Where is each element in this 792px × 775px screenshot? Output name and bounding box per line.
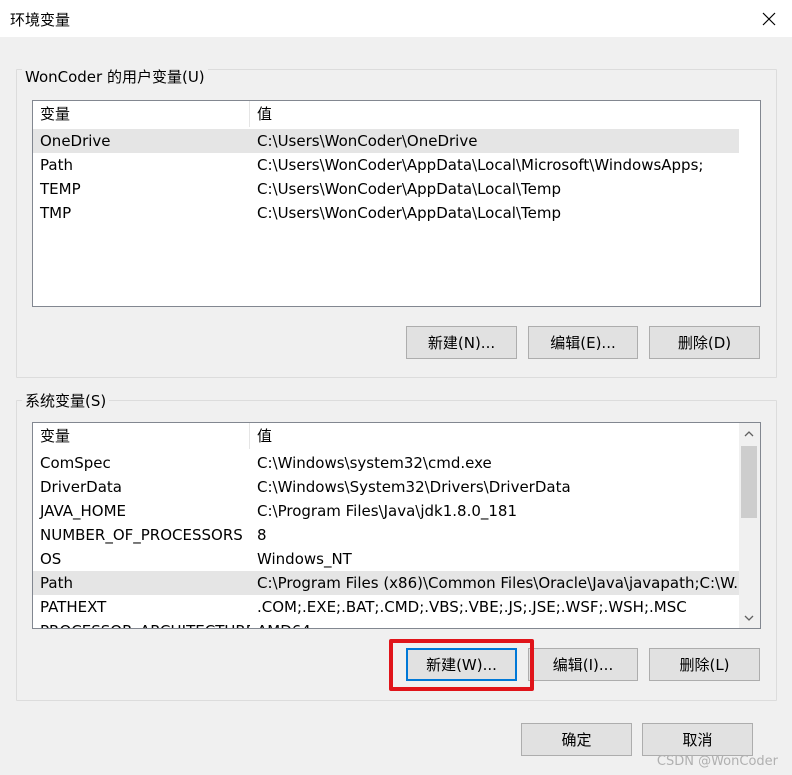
table-row[interactable]: JAVA_HOME C:\Program Files\Java\jdk1.8.0… bbox=[33, 499, 739, 523]
sys-edit-button[interactable]: 编辑(I)... bbox=[528, 648, 638, 681]
row-variable-name: OS bbox=[40, 550, 62, 568]
row-variable-name: OneDrive bbox=[40, 132, 111, 150]
row-variable-value: C:\Program Files (x86)\Common Files\Orac… bbox=[257, 574, 739, 592]
scroll-up-button[interactable] bbox=[739, 425, 759, 442]
table-row[interactable]: TMP C:\Users\WonCoder\AppData\Local\Temp bbox=[33, 201, 739, 225]
user-vars-list[interactable]: 变量 值 OneDrive C:\Users\WonCoder\OneDrive… bbox=[32, 100, 761, 307]
user-edit-button[interactable]: 编辑(E)... bbox=[528, 326, 638, 359]
row-variable-value: C:\Users\WonCoder\OneDrive bbox=[257, 132, 478, 150]
sys-vars-scrollbar[interactable] bbox=[739, 423, 760, 628]
column-header-variable[interactable]: 变量 bbox=[33, 101, 250, 127]
scroll-down-button[interactable] bbox=[739, 609, 759, 626]
close-icon bbox=[762, 12, 776, 25]
table-row[interactable]: OS Windows_NT bbox=[33, 547, 739, 571]
row-variable-name: TEMP bbox=[40, 180, 81, 198]
row-variable-value: C:\Users\WonCoder\AppData\Local\Temp bbox=[257, 180, 561, 198]
row-variable-value: C:\Users\WonCoder\AppData\Local\Temp bbox=[257, 204, 561, 222]
scroll-thumb[interactable] bbox=[741, 446, 757, 518]
row-variable-name: Path bbox=[40, 574, 73, 592]
row-variable-name: NUMBER_OF_PROCESSORS bbox=[40, 526, 243, 544]
table-row[interactable]: OneDrive C:\Users\WonCoder\OneDrive bbox=[33, 129, 739, 153]
sys-delete-button[interactable]: 删除(L) bbox=[649, 648, 760, 681]
column-header-variable[interactable]: 变量 bbox=[33, 423, 250, 449]
table-row[interactable]: PROCESSOR_ARCHITECTURE AMD64 bbox=[33, 619, 739, 628]
annotation-highlight-box bbox=[389, 639, 534, 691]
ok-button[interactable]: 确定 bbox=[521, 723, 632, 756]
table-row[interactable]: PATHEXT .COM;.EXE;.BAT;.CMD;.VBS;.VBE;.J… bbox=[33, 595, 739, 619]
table-row[interactable]: Path C:\Program Files (x86)\Common Files… bbox=[33, 571, 739, 595]
watermark: CSDN @WonCoder bbox=[656, 754, 778, 769]
table-row[interactable]: DriverData C:\Windows\System32\Drivers\D… bbox=[33, 475, 739, 499]
user-delete-button[interactable]: 删除(D) bbox=[649, 326, 760, 359]
row-variable-name: TMP bbox=[40, 204, 72, 222]
row-variable-value: .COM;.EXE;.BAT;.CMD;.VBS;.VBE;.JS;.JSE;.… bbox=[257, 598, 687, 616]
sys-vars-list-header: 变量 值 bbox=[33, 423, 739, 449]
sys-vars-list[interactable]: 变量 值 ComSpec C:\Windows\system32\cmd.exe… bbox=[32, 422, 761, 629]
close-button[interactable] bbox=[746, 0, 792, 37]
row-variable-name: Path bbox=[40, 156, 73, 174]
row-variable-value: C:\Windows\System32\Drivers\DriverData bbox=[257, 478, 571, 496]
row-variable-value: AMD64 bbox=[250, 619, 739, 628]
cancel-button[interactable]: 取消 bbox=[642, 723, 753, 756]
user-vars-list-header: 变量 值 bbox=[33, 101, 760, 127]
table-row[interactable]: ComSpec C:\Windows\system32\cmd.exe bbox=[33, 451, 739, 475]
row-variable-value: 8 bbox=[257, 526, 267, 544]
table-row[interactable]: TEMP C:\Users\WonCoder\AppData\Local\Tem… bbox=[33, 177, 739, 201]
row-variable-value: C:\Windows\system32\cmd.exe bbox=[257, 454, 492, 472]
chevron-down-icon bbox=[744, 615, 754, 621]
user-vars-group-label: WonCoder 的用户变量(U) bbox=[22, 68, 208, 86]
table-row[interactable]: Path C:\Users\WonCoder\AppData\Local\Mic… bbox=[33, 153, 739, 177]
title-bar: 环境变量 bbox=[0, 0, 792, 37]
row-variable-name: ComSpec bbox=[40, 454, 111, 472]
window-title: 环境变量 bbox=[10, 11, 71, 29]
column-header-value[interactable]: 值 bbox=[250, 423, 739, 449]
row-variable-value: C:\Users\WonCoder\AppData\Local\Microsof… bbox=[257, 156, 704, 174]
row-variable-value: Windows_NT bbox=[257, 550, 352, 568]
column-header-value[interactable]: 值 bbox=[250, 101, 760, 127]
row-variable-value: C:\Program Files\Java\jdk1.8.0_181 bbox=[257, 502, 518, 520]
row-variable-name: DriverData bbox=[40, 478, 122, 496]
table-row[interactable]: NUMBER_OF_PROCESSORS 8 bbox=[33, 523, 739, 547]
row-variable-name: JAVA_HOME bbox=[40, 502, 127, 520]
user-new-button[interactable]: 新建(N)... bbox=[406, 326, 517, 359]
row-variable-name: PROCESSOR_ARCHITECTURE bbox=[33, 619, 250, 628]
chevron-up-icon bbox=[744, 430, 754, 436]
row-variable-name: PATHEXT bbox=[40, 598, 107, 616]
sys-vars-group-label: 系统变量(S) bbox=[22, 392, 110, 410]
